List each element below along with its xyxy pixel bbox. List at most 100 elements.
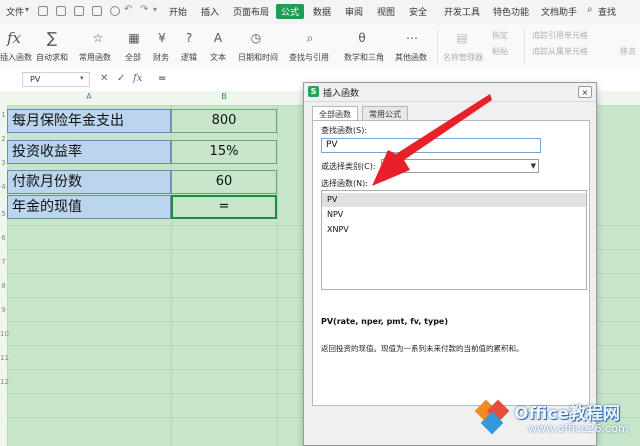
tab-developer[interactable]: 开发工具 xyxy=(444,5,480,18)
confirm-icon[interactable]: ✓ xyxy=(117,73,125,84)
row-number[interactable]: 4 xyxy=(0,183,7,191)
name-box-dropdown-icon[interactable]: ▾ xyxy=(80,74,84,82)
dialog-title-bar[interactable]: S 插入函数 × xyxy=(304,83,596,102)
tab-features[interactable]: 特色功能 xyxy=(493,5,529,18)
function-search-input[interactable]: PV xyxy=(321,138,541,153)
lookup-button[interactable]: 查找与引用 xyxy=(289,52,329,63)
save-icon[interactable] xyxy=(56,6,66,16)
finance-button[interactable]: 财务 xyxy=(153,52,169,63)
dialog-panel: 查找函数(S): PV 或选择类别(C): 推 ▼ 选择函数(N): PV NP… xyxy=(312,120,590,406)
cell-b3[interactable]: 60 xyxy=(171,170,277,194)
cell-b2[interactable]: 15% xyxy=(171,140,277,164)
formula-input[interactable]: = xyxy=(158,73,166,84)
row-number[interactable]: 2 xyxy=(0,135,7,143)
row-number[interactable]: 6 xyxy=(0,234,7,242)
watermark-title: Office教程网 xyxy=(514,404,621,424)
autosum-icon[interactable]: ∑ xyxy=(40,27,64,49)
cell-b4-active[interactable]: = xyxy=(171,195,277,219)
text-icon[interactable]: A xyxy=(206,27,230,49)
insert-function-fx-button[interactable]: fx xyxy=(133,73,142,84)
list-item[interactable]: XNPV xyxy=(322,223,586,237)
logic-icon[interactable]: ? xyxy=(177,27,201,49)
tab-security[interactable]: 安全 xyxy=(409,5,427,18)
tab-view[interactable]: 视图 xyxy=(377,5,395,18)
row-number[interactable]: 10 xyxy=(0,330,9,338)
tab-data[interactable]: 数据 xyxy=(313,5,331,18)
tab-all-functions[interactable]: 全部函数 xyxy=(312,106,358,121)
tab-review[interactable]: 审阅 xyxy=(345,5,363,18)
list-item[interactable]: PV xyxy=(322,193,586,207)
more-icon[interactable]: ▾ xyxy=(153,5,157,14)
lookup-icon[interactable]: ⌕ xyxy=(298,27,322,49)
row-number[interactable]: 12 xyxy=(0,378,9,386)
text-button[interactable]: 文本 xyxy=(210,52,226,63)
category-select[interactable]: 推 ▼ xyxy=(381,159,539,173)
name-manager-icon[interactable]: ▤ xyxy=(450,27,474,49)
datetime-button[interactable]: 日期和时间 xyxy=(238,52,278,63)
row-number[interactable]: 1 xyxy=(0,111,7,119)
tab-doc-assistant[interactable]: 文档助手 xyxy=(541,5,577,18)
function-list[interactable]: PV NPV XNPV xyxy=(321,190,587,290)
insert-function-icon[interactable]: fx xyxy=(2,27,26,49)
row-number[interactable]: 3 xyxy=(0,159,7,167)
specify-button[interactable]: 指定 xyxy=(492,30,508,41)
cell-a4[interactable]: 年金的现值 xyxy=(7,195,171,219)
trace-precedents-button[interactable]: 追踪引用单元格 xyxy=(532,30,588,41)
math-icon[interactable]: θ xyxy=(350,27,374,49)
tab-page-layout[interactable]: 页面布局 xyxy=(233,5,269,18)
menu-search[interactable]: 查找 xyxy=(598,5,616,18)
logic-button[interactable]: 逻辑 xyxy=(181,52,197,63)
undo-icon[interactable]: ↶ xyxy=(124,4,132,15)
search-label: 查找函数(S): xyxy=(321,126,368,135)
tab-common-formulas[interactable]: 常用公式 xyxy=(362,106,408,121)
chevron-down-icon[interactable]: ▼ xyxy=(531,160,536,172)
cell-a1[interactable]: 每月保险年金支出 xyxy=(7,109,171,133)
all-functions-button[interactable]: 全部 xyxy=(125,52,141,63)
function-list-label: 选择函数(N): xyxy=(321,179,368,188)
row-number[interactable]: 9 xyxy=(0,306,7,314)
column-b-header[interactable]: B xyxy=(171,92,277,101)
tab-insert[interactable]: 插入 xyxy=(201,5,219,18)
common-functions-icon[interactable]: ☆ xyxy=(86,27,110,49)
export-pdf-icon[interactable] xyxy=(74,6,84,16)
row-number[interactable]: 7 xyxy=(0,258,7,266)
row-number[interactable]: 8 xyxy=(0,282,7,290)
row-number[interactable]: 5 xyxy=(0,210,7,218)
other-functions-icon[interactable]: ⋯ xyxy=(400,27,424,49)
watermark-url: www.office26.com xyxy=(528,422,629,435)
search-icon[interactable]: ⌕ xyxy=(587,4,593,15)
math-button[interactable]: 数学和三角 xyxy=(344,52,384,63)
function-signature: PV(rate, nper, pmt, fv, type) xyxy=(321,317,448,326)
list-item[interactable]: NPV xyxy=(322,208,586,222)
cell-a2[interactable]: 投资收益率 xyxy=(7,140,171,164)
menu-file[interactable]: 文件 xyxy=(6,5,24,18)
tab-home[interactable]: 开始 xyxy=(169,5,187,18)
remove-arrows-button[interactable]: 移去 xyxy=(620,46,636,57)
cell-a3[interactable]: 付款月份数 xyxy=(7,170,171,194)
autosum-button[interactable]: 自动求和 xyxy=(36,52,68,63)
cancel-icon[interactable]: ✕ xyxy=(100,73,108,84)
paste-button[interactable]: 粘贴 xyxy=(492,46,508,57)
wps-logo-icon: S xyxy=(308,86,319,97)
close-button[interactable]: × xyxy=(578,86,592,98)
cell-b1[interactable]: 800 xyxy=(171,109,277,133)
gridline xyxy=(277,105,278,446)
all-functions-icon[interactable]: ▦ xyxy=(122,27,146,49)
other-functions-button[interactable]: 其他函数 xyxy=(395,52,427,63)
insert-function-button[interactable]: 插入函数 xyxy=(0,52,32,63)
new-doc-icon[interactable] xyxy=(38,6,48,16)
dialog-title: 插入函数 xyxy=(323,89,360,99)
preview-icon[interactable] xyxy=(110,6,120,16)
category-value: 推 xyxy=(386,161,394,170)
tab-formula[interactable]: 公式 xyxy=(276,4,305,19)
trace-dependents-button[interactable]: 追踪从属单元格 xyxy=(532,46,588,57)
common-functions-button[interactable]: 常用函数 xyxy=(79,52,111,63)
print-icon[interactable] xyxy=(92,6,102,16)
menu-chevron-icon[interactable]: ▾ xyxy=(25,5,29,14)
column-a-header[interactable]: A xyxy=(7,92,171,101)
redo-icon[interactable]: ↷ xyxy=(140,4,148,15)
name-manager-button[interactable]: 名称管理器 xyxy=(443,52,483,63)
finance-icon[interactable]: ¥ xyxy=(150,27,174,49)
row-number[interactable]: 11 xyxy=(0,354,9,362)
datetime-icon[interactable]: ◷ xyxy=(244,27,268,49)
